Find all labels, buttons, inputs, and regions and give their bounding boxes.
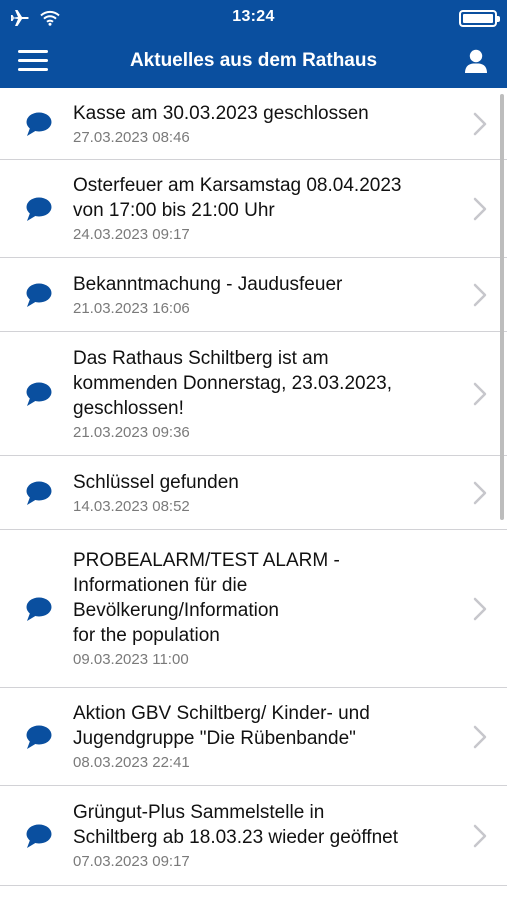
news-list-item[interactable]: Kasse am 30.03.2023 geschlossen 27.03.202… <box>0 88 507 160</box>
news-list-item[interactable]: Bekanntmachung - Jaudusfeuer 21.03.2023 1… <box>0 258 507 332</box>
news-title: Kasse am 30.03.2023 geschlossen <box>73 102 369 124</box>
chat-bubble-icon <box>26 283 52 307</box>
news-text: Bekanntmachung - Rattenbekämpfung <box>73 886 458 900</box>
news-title: Aktion GBV Schiltberg/ Kinder- und Jugen… <box>73 703 370 749</box>
news-list: Kasse am 30.03.2023 geschlossen 27.03.202… <box>0 88 507 900</box>
news-date: 21.03.2023 09:36 <box>73 423 190 441</box>
chat-bubble-icon <box>26 382 52 406</box>
news-date: 08.03.2023 22:41 <box>73 754 190 771</box>
chevron-right-icon <box>473 824 487 847</box>
news-date: 07.03.2023 09:17 <box>73 853 190 870</box>
chevron-right-icon <box>473 725 487 748</box>
chevron-right-icon <box>473 112 487 135</box>
news-date: 14.03.2023 08:52 <box>73 497 190 515</box>
news-text: Das Rathaus Schiltberg ist am kommenden … <box>73 336 452 452</box>
chevron-right-icon <box>473 597 487 620</box>
news-title: Osterfeuer am Karsamstag 08.04.2023 von … <box>73 175 402 221</box>
chat-bubble-icon <box>26 597 52 621</box>
news-title: PROBEALARM/TEST ALARM - Informationen fü… <box>73 550 340 646</box>
news-text: PROBEALARM/TEST ALARM - Informationen fü… <box>73 538 400 679</box>
status-bar: 13:24 <box>0 0 507 36</box>
news-title: Das Rathaus Schiltberg ist am kommenden … <box>73 347 392 419</box>
news-text: Grüngut-Plus Sammelstelle in Schiltberg … <box>73 790 458 881</box>
news-date: 21.03.2023 16:06 <box>73 299 190 317</box>
news-date: 09.03.2023 11:00 <box>73 651 189 668</box>
news-title: Bekanntmachung - Jaudusfeuer <box>73 273 343 295</box>
news-list-item[interactable]: Aktion GBV Schiltberg/ Kinder- und Jugen… <box>0 688 507 786</box>
news-list-item[interactable]: Schlüssel gefunden 14.03.2023 08:52 <box>0 456 507 530</box>
chevron-right-icon <box>473 382 487 405</box>
nav-bar: Aktuelles aus dem Rathaus <box>0 36 507 88</box>
news-title: Grüngut-Plus Sammelstelle in Schiltberg … <box>73 802 398 848</box>
news-text: Bekanntmachung - Jaudusfeuer 21.03.2023 1… <box>73 262 402 328</box>
user-icon[interactable] <box>463 48 489 74</box>
chevron-right-icon <box>473 481 487 504</box>
news-title: Schlüssel gefunden <box>73 471 239 493</box>
chat-bubble-icon <box>26 481 52 505</box>
status-time: 13:24 <box>232 8 275 25</box>
news-text: Kasse am 30.03.2023 geschlossen 27.03.202… <box>73 91 429 157</box>
chat-bubble-icon <box>26 725 52 749</box>
news-list-item[interactable]: Osterfeuer am Karsamstag 08.04.2023 von … <box>0 160 507 258</box>
scrollbar[interactable] <box>500 94 504 520</box>
news-list-item[interactable]: Bekanntmachung - Rattenbekämpfung <box>0 886 507 900</box>
news-list-item[interactable]: PROBEALARM/TEST ALARM - Informationen fü… <box>0 530 507 688</box>
chat-bubble-icon <box>26 824 52 848</box>
news-list-item[interactable]: Das Rathaus Schiltberg ist am kommenden … <box>0 332 507 456</box>
battery-icon <box>459 10 500 27</box>
chevron-right-icon <box>473 197 487 220</box>
chevron-right-icon <box>473 283 487 306</box>
news-date: 27.03.2023 08:46 <box>73 128 190 146</box>
news-text: Aktion GBV Schiltberg/ Kinder- und Jugen… <box>73 691 430 782</box>
news-title: Bekanntmachung - Rattenbekämpfung <box>73 896 398 900</box>
page-title: Aktuelles aus dem Rathaus <box>129 50 378 71</box>
news-text: Osterfeuer am Karsamstag 08.04.2023 von … <box>73 163 461 254</box>
news-date: 24.03.2023 09:17 <box>73 226 190 243</box>
chat-bubble-icon <box>26 112 52 136</box>
news-list-item[interactable]: Grüngut-Plus Sammelstelle in Schiltberg … <box>0 786 507 886</box>
news-text: Schlüssel gefunden 14.03.2023 08:52 <box>73 460 299 526</box>
chat-bubble-icon <box>26 197 52 221</box>
